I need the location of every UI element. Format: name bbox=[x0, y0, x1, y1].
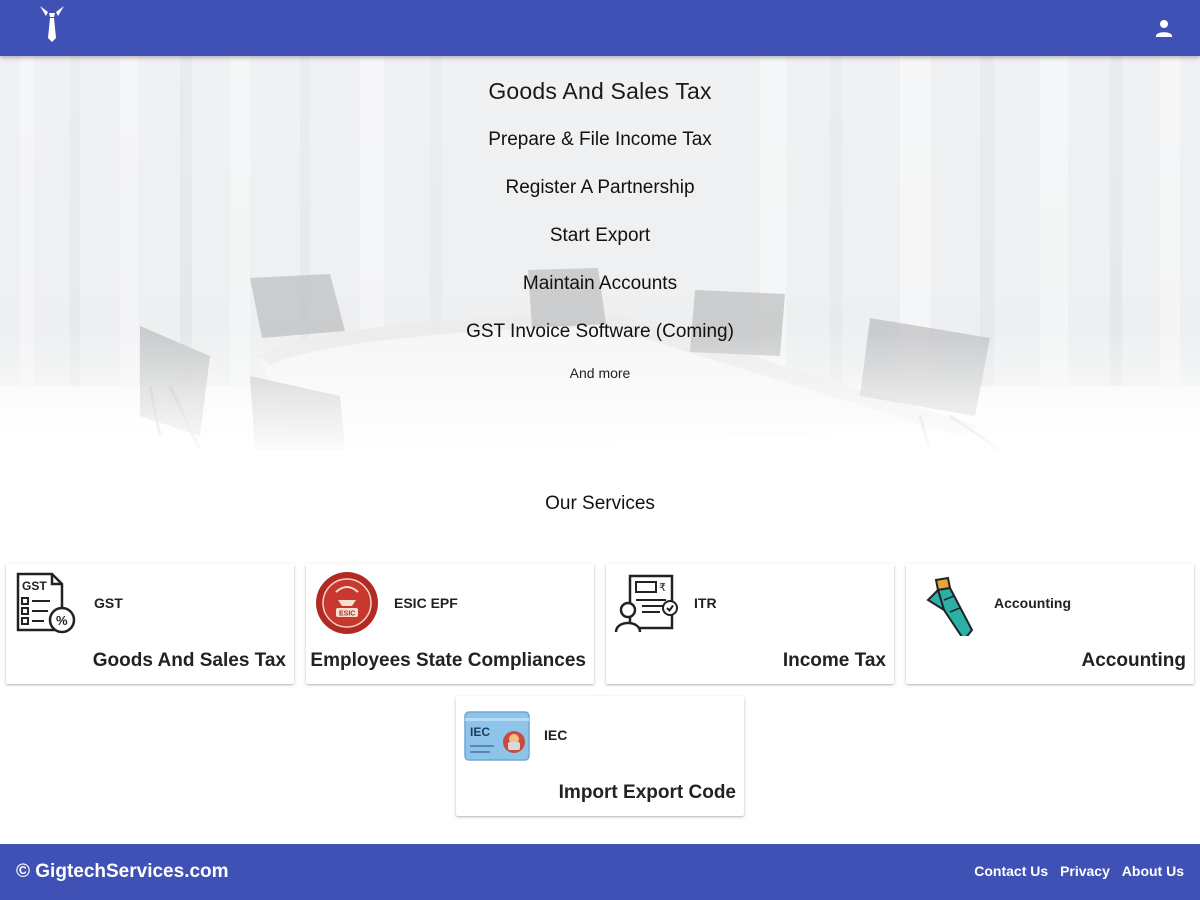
service-code: IEC bbox=[544, 727, 568, 743]
top-app-bar bbox=[0, 0, 1200, 56]
footer-links: Contact Us Privacy About Us bbox=[966, 863, 1184, 879]
footer-bar: © GigtechServices.com Contact Us Privacy… bbox=[0, 844, 1200, 900]
svg-text:IEC: IEC bbox=[470, 725, 490, 739]
service-code: ESIC EPF bbox=[394, 595, 458, 611]
conference-room-background bbox=[0, 56, 1200, 450]
hero-banner: Goods And Sales Tax Prepare & File Incom… bbox=[0, 56, 1200, 450]
svg-text:%: % bbox=[56, 613, 68, 628]
service-name: Goods And Sales Tax bbox=[92, 650, 286, 671]
copyright-text: © GigtechServices.com bbox=[16, 861, 229, 882]
service-name: Import Export Code bbox=[558, 782, 736, 803]
service-card-gst[interactable]: GST % GST Goods And Sales Tax bbox=[6, 564, 294, 684]
service-code: GST bbox=[94, 595, 123, 611]
esic-seal-icon: ESIC bbox=[314, 570, 380, 636]
hero-and-more[interactable]: And more bbox=[0, 365, 1200, 381]
service-card-itr[interactable]: ₹ ITR Income Tax bbox=[606, 564, 894, 684]
hero-item-income-tax[interactable]: Prepare & File Income Tax bbox=[0, 129, 1200, 151]
service-code: Accounting bbox=[994, 595, 1071, 611]
hero-item-maintain-accounts[interactable]: Maintain Accounts bbox=[0, 273, 1200, 295]
hero-title[interactable]: Goods And Sales Tax bbox=[0, 78, 1200, 105]
services-heading: Our Services bbox=[545, 493, 655, 514]
contact-us-link[interactable]: Contact Us bbox=[974, 863, 1048, 879]
svg-text:₹: ₹ bbox=[659, 581, 666, 594]
hero-item-start-export[interactable]: Start Export bbox=[0, 225, 1200, 247]
service-name: Income Tax bbox=[782, 650, 886, 671]
tax-document-person-icon: ₹ bbox=[614, 570, 680, 636]
about-us-link[interactable]: About Us bbox=[1122, 863, 1184, 879]
svg-text:GST: GST bbox=[22, 579, 47, 593]
svg-text:ESIC: ESIC bbox=[339, 611, 355, 618]
service-name: Employees State Compliances bbox=[310, 650, 586, 671]
service-name: Accounting bbox=[1081, 650, 1187, 671]
service-card-accounting[interactable]: Accounting Accounting bbox=[906, 564, 1194, 684]
privacy-link[interactable]: Privacy bbox=[1060, 863, 1110, 879]
necktie-icon bbox=[914, 570, 980, 642]
service-card-esic-epf[interactable]: ESIC ESIC EPF Employees State Compliance… bbox=[306, 564, 594, 684]
iec-card-icon: IEC bbox=[464, 702, 530, 768]
service-code: ITR bbox=[694, 595, 717, 611]
hero-item-gst-invoice-software[interactable]: GST Invoice Software (Coming) bbox=[0, 321, 1200, 343]
service-card-iec[interactable]: IEC IEC Import Export Code bbox=[456, 696, 744, 816]
person-icon[interactable] bbox=[1152, 16, 1176, 40]
gst-document-icon: GST % bbox=[14, 570, 80, 636]
tie-logo-icon[interactable] bbox=[36, 4, 68, 44]
hero-item-partnership[interactable]: Register A Partnership bbox=[0, 177, 1200, 199]
